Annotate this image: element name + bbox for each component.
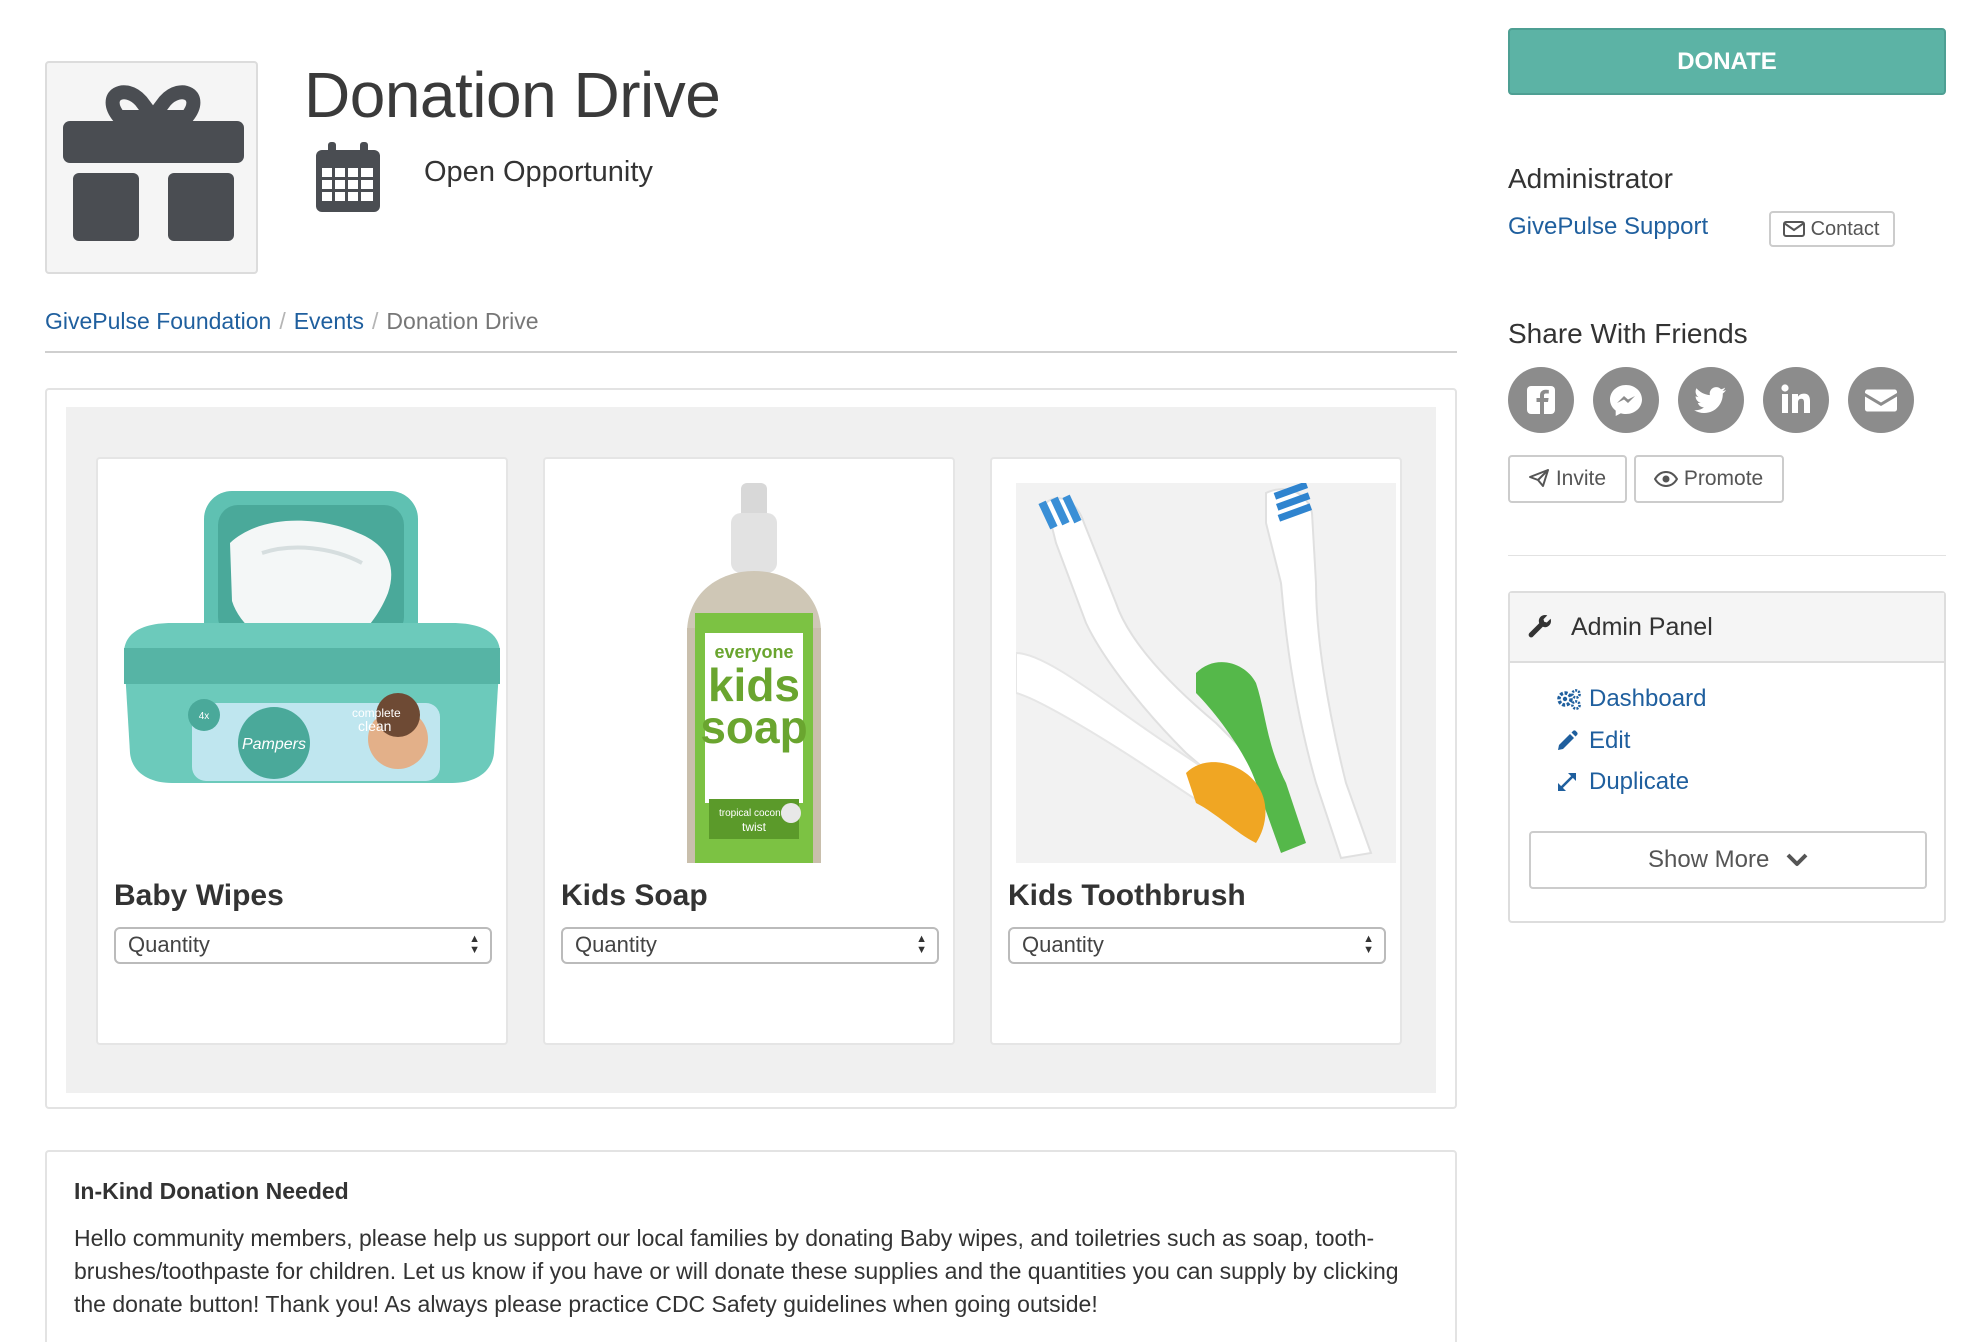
svg-text:Pampers: Pampers (242, 736, 306, 753)
select-arrows-icon: ▲ ▼ (1363, 933, 1374, 956)
products-grid: Pampers complete clean 4x Baby Wipes Qua… (66, 407, 1436, 1093)
expand-arrows-icon (1558, 773, 1576, 791)
breadcrumb-separator: / (279, 308, 286, 334)
admin-panel-header: Admin Panel (1510, 593, 1944, 663)
products-panel: Pampers complete clean 4x Baby Wipes Qua… (45, 388, 1457, 1109)
invite-button[interactable]: Invite (1508, 455, 1627, 503)
description-panel: In-Kind Donation Needed Hello community … (45, 1150, 1457, 1342)
product-name: Kids Soap (561, 879, 708, 912)
svg-text:soap: soap (700, 701, 807, 753)
quantity-placeholder: Quantity (575, 932, 657, 957)
product-card-baby-wipes[interactable]: Pampers complete clean 4x Baby Wipes Qua… (96, 457, 508, 1045)
select-arrows-icon: ▲ ▼ (916, 933, 927, 956)
divider (1508, 555, 1946, 556)
svg-text:twist: twist (742, 820, 767, 834)
quantity-select[interactable]: Quantity ▲ ▼ (1008, 927, 1386, 964)
quantity-placeholder: Quantity (1022, 932, 1104, 957)
opportunity-type: Open Opportunity (424, 156, 653, 188)
breadcrumb: GivePulse Foundation / Events / Donation Dri… (45, 308, 539, 335)
breadcrumb-foundation[interactable]: GivePulse Foundation (45, 308, 271, 334)
contact-button[interactable]: Contact (1769, 211, 1895, 247)
page-title: Donation Drive (304, 59, 721, 131)
pencil-icon (1558, 730, 1578, 750)
description-heading: In-Kind Donation Needed (74, 1178, 349, 1204)
eye-icon (1653, 470, 1679, 488)
product-card-kids-soap[interactable]: everyone kids soap tropical coconut twis… (543, 457, 955, 1045)
admin-panel-title: Admin Panel (1571, 613, 1713, 641)
edit-label: Edit (1589, 727, 1631, 754)
wrench-icon (1528, 615, 1551, 638)
calendar-icon (316, 142, 380, 212)
breadcrumb-separator: / (372, 308, 379, 334)
svg-text:tropical coconut: tropical coconut (719, 808, 789, 819)
dashboard-label: Dashboard (1589, 685, 1707, 712)
chevron-down-icon (1786, 853, 1808, 866)
messenger-icon[interactable] (1593, 367, 1659, 433)
show-more-label: Show More (1647, 846, 1770, 873)
administrator-link[interactable]: GivePulse Support (1508, 213, 1708, 241)
quantity-select[interactable]: Quantity ▲ ▼ (561, 927, 939, 964)
promote-button[interactable]: Promote (1634, 455, 1784, 503)
quantity-placeholder: Quantity (128, 932, 210, 957)
gift-icon (63, 85, 244, 241)
contact-label: Contact (1810, 218, 1880, 240)
breadcrumb-events[interactable]: Events (294, 308, 364, 334)
email-icon[interactable] (1848, 367, 1914, 433)
envelope-icon (1783, 221, 1805, 237)
svg-text:4x: 4x (199, 711, 210, 722)
select-arrows-icon: ▲ ▼ (469, 933, 480, 956)
promote-label: Promote (1683, 467, 1764, 490)
event-logo (45, 61, 258, 274)
divider (45, 351, 1457, 353)
donate-button[interactable]: DONATE (1508, 28, 1946, 95)
share-label: Share With Friends (1508, 318, 1748, 349)
kids-soap-image: everyone kids soap tropical coconut twis… (569, 483, 949, 863)
kids-toothbrush-image (1016, 483, 1396, 863)
admin-panel: Admin Panel Dashboard Edit Duplicate Sho… (1508, 591, 1946, 923)
product-name: Kids Toothbrush (1008, 879, 1246, 912)
linkedin-icon[interactable] (1763, 367, 1829, 433)
baby-wipes-image: Pampers complete clean 4x (122, 483, 502, 863)
product-name: Baby Wipes (114, 879, 284, 912)
facebook-icon[interactable] (1508, 367, 1574, 433)
duplicate-label: Duplicate (1589, 768, 1690, 795)
paper-plane-icon (1529, 469, 1549, 487)
description-text: Hello community members, please help us … (74, 1225, 1399, 1317)
invite-label: Invite (1555, 467, 1607, 490)
svg-text:clean: clean (358, 718, 391, 734)
breadcrumb-current: Donation Drive (386, 308, 539, 334)
twitter-icon[interactable] (1678, 367, 1744, 433)
quantity-select[interactable]: Quantity ▲ ▼ (114, 927, 492, 964)
administrator-label: Administrator (1508, 163, 1673, 194)
product-card-kids-toothbrush[interactable]: Kids Toothbrush Quantity ▲ ▼ (990, 457, 1402, 1045)
gears-icon (1557, 689, 1581, 710)
show-more-button[interactable]: Show More (1529, 831, 1927, 889)
